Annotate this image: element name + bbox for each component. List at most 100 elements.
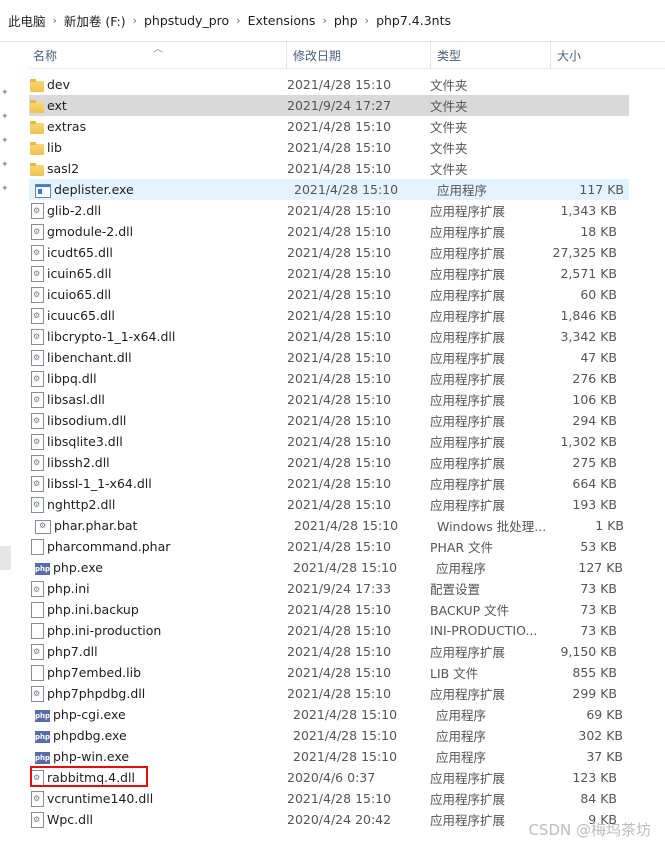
file-row[interactable]: libssl-1_1-x64.dll 2021/4/28 15:10 应用程序扩展 6… [29, 473, 629, 494]
file-type: 文件夹 [430, 141, 468, 156]
file-name: gmodule-2.dll [47, 224, 134, 239]
breadcrumb-item[interactable]: php [330, 13, 362, 28]
file-row[interactable]: libsodium.dll 2021/4/28 15:10 应用程序扩展 294 KB [29, 410, 629, 431]
file-row[interactable]: pharcommand.phar 2021/4/28 15:10 PHAR 文件 53… [29, 536, 629, 557]
file-row[interactable]: icuuc65.dll 2021/4/28 15:10 应用程序扩展 1,846 KB [29, 305, 629, 326]
file-name: vcruntime140.dll [47, 791, 154, 806]
column-header: ︿ 名称 修改日期 类型 大小 [29, 42, 665, 69]
file-row[interactable]: sasl2 2021/4/28 15:10 文件夹 [29, 158, 629, 179]
file-row[interactable]: libenchant.dll 2021/4/28 15:10 应用程序扩展 47 KB [29, 347, 629, 368]
chevron-right-icon[interactable]: › [130, 14, 140, 27]
file-type: 应用程序 [436, 708, 487, 723]
file-size: 37 KB [586, 749, 623, 764]
breadcrumb-item[interactable]: php7.4.3nts [372, 13, 455, 28]
file-row[interactable]: extras 2021/4/28 15:10 文件夹 [29, 116, 629, 137]
file-date: 2021/9/24 17:27 [287, 98, 392, 113]
file-row[interactable]: php7embed.lib 2021/4/28 15:10 LIB 文件 855 KB [29, 662, 629, 683]
dll-file-icon [31, 245, 44, 261]
file-row[interactable]: php php-win.exe 2021/4/28 15:10 应用程序 37 KB [29, 746, 629, 767]
file-name: icuin65.dll [47, 266, 112, 281]
file-date: 2021/4/28 15:10 [287, 434, 392, 449]
file-type: 文件夹 [430, 162, 468, 177]
file-row[interactable]: deplister.exe 2021/4/28 15:10 应用程序 117 KB [29, 179, 629, 200]
file-row[interactable]: glib-2.dll 2021/4/28 15:10 应用程序扩展 1,343 KB [29, 200, 629, 221]
file-row[interactable]: php php-cgi.exe 2021/4/28 15:10 应用程序 69 KB [29, 704, 629, 725]
pin-icon[interactable]: ✦ [1, 136, 11, 146]
file-type: 应用程序扩展 [430, 309, 506, 324]
breadcrumb-item[interactable]: Extensions [244, 13, 320, 28]
file-row[interactable]: php7phpdbg.dll 2021/4/28 15:10 应用程序扩展 299 K… [29, 683, 629, 704]
file-row[interactable]: libsqlite3.dll 2021/4/28 15:10 应用程序扩展 1,302… [29, 431, 629, 452]
file-name: phar.phar.bat [54, 518, 138, 533]
file-type: 应用程序扩展 [430, 225, 506, 240]
file-date: 2021/4/28 15:10 [287, 287, 392, 302]
nav-scrollbar[interactable] [0, 546, 11, 570]
column-header-date[interactable]: 修改日期 [286, 42, 430, 68]
batch-file-icon [35, 519, 51, 534]
file-date: 2021/4/28 15:10 [293, 707, 398, 722]
file-row[interactable]: php.ini-production 2021/4/28 15:10 INI-PRO… [29, 620, 629, 641]
column-header-name[interactable]: ︿ 名称 [29, 42, 286, 68]
file-row[interactable]: php.ini.backup 2021/4/28 15:10 BACKUP 文件 73… [29, 599, 629, 620]
file-size: 69 KB [586, 707, 623, 722]
file-row[interactable]: php.ini 2021/9/24 17:33 配置设置 73 KB [29, 578, 629, 599]
dll-file-icon [31, 791, 44, 807]
pin-icon[interactable]: ✦ [1, 88, 11, 98]
file-row[interactable]: libpq.dll 2021/4/28 15:10 应用程序扩展 276 KB [29, 368, 629, 389]
chevron-right-icon[interactable]: › [319, 14, 329, 27]
file-date: 2021/4/28 15:10 [293, 749, 398, 764]
file-row[interactable]: dev 2021/4/28 15:10 文件夹 [29, 74, 629, 95]
file-row[interactable]: php7.dll 2021/4/28 15:10 应用程序扩展 9,150 KB [29, 641, 629, 662]
file-date: 2021/4/28 15:10 [287, 476, 392, 491]
file-type: INI-PRODUCTIO... [430, 623, 538, 638]
file-row[interactable]: libssh2.dll 2021/4/28 15:10 应用程序扩展 275 KB [29, 452, 629, 473]
pin-icon[interactable]: ✦ [1, 160, 11, 170]
chevron-right-icon[interactable]: › [233, 14, 243, 27]
breadcrumb-item[interactable]: phpstudy_pro [140, 13, 233, 28]
file-row[interactable]: icuin65.dll 2021/4/28 15:10 应用程序扩展 2,571 KB [29, 263, 629, 284]
file-name: phpdbg.exe [53, 728, 127, 743]
file-row[interactable]: icudt65.dll 2021/4/28 15:10 应用程序扩展 27,325 K… [29, 242, 629, 263]
file-size: 47 KB [580, 350, 617, 365]
file-row[interactable]: ext 2021/9/24 17:27 文件夹 [29, 95, 629, 116]
chevron-right-icon[interactable]: › [362, 14, 372, 27]
file-name: libsasl.dll [47, 392, 105, 407]
file-row[interactable]: php php.exe 2021/4/28 15:10 应用程序 127 KB [29, 557, 629, 578]
file-date: 2021/4/28 15:10 [287, 350, 392, 365]
dll-file-icon [31, 434, 44, 450]
dll-file-icon [31, 371, 44, 387]
file-type: 文件夹 [430, 78, 468, 93]
folder-icon [30, 120, 44, 134]
file-name: icudt65.dll [47, 245, 113, 260]
dll-file-icon [31, 308, 44, 324]
file-row[interactable]: gmodule-2.dll 2021/4/28 15:10 应用程序扩展 18 KB [29, 221, 629, 242]
pin-icon[interactable]: ✦ [1, 112, 11, 122]
column-header-size[interactable]: 大小 [550, 42, 665, 68]
file-row[interactable]: libcrypto-1_1-x64.dll 2021/4/28 15:10 应用程序… [29, 326, 629, 347]
file-type: 应用程序扩展 [430, 477, 506, 492]
file-date: 2021/4/28 15:10 [287, 665, 392, 680]
breadcrumb-item[interactable]: 新加卷 (F:) [60, 11, 130, 30]
breadcrumb-item[interactable]: 此电脑 [4, 11, 50, 30]
chevron-right-icon[interactable]: › [50, 14, 60, 27]
file-type: 应用程序扩展 [430, 687, 506, 702]
file-type: BACKUP 文件 [430, 603, 510, 618]
file-date: 2021/4/28 15:10 [287, 266, 392, 281]
file-row[interactable]: icuio65.dll 2021/4/28 15:10 应用程序扩展 60 KB [29, 284, 629, 305]
dll-file-icon [31, 350, 44, 366]
file-row[interactable]: vcruntime140.dll 2021/4/28 15:10 应用程序扩展 84 … [29, 788, 629, 809]
file-row[interactable]: php phpdbg.exe 2021/4/28 15:10 应用程序 302 KB [29, 725, 629, 746]
file-row[interactable]: phar.phar.bat 2021/4/28 15:10 Windows 批处理.… [29, 515, 629, 536]
file-type: 应用程序扩展 [430, 771, 506, 786]
column-header-type[interactable]: 类型 [430, 42, 550, 68]
php-exe-icon: php [35, 751, 51, 764]
file-size: 276 KB [572, 371, 617, 386]
file-date: 2021/4/28 15:10 [287, 371, 392, 386]
file-row[interactable]: libsasl.dll 2021/4/28 15:10 应用程序扩展 106 KB [29, 389, 629, 410]
file-date: 2020/4/6 0:37 [287, 770, 376, 785]
pin-icon[interactable]: ✦ [1, 184, 11, 194]
file-row[interactable]: nghttp2.dll 2021/4/28 15:10 应用程序扩展 193 KB [29, 494, 629, 515]
file-type: Windows 批处理... [437, 519, 545, 534]
file-size: 1 KB [595, 518, 624, 533]
file-row[interactable]: lib 2021/4/28 15:10 文件夹 [29, 137, 629, 158]
